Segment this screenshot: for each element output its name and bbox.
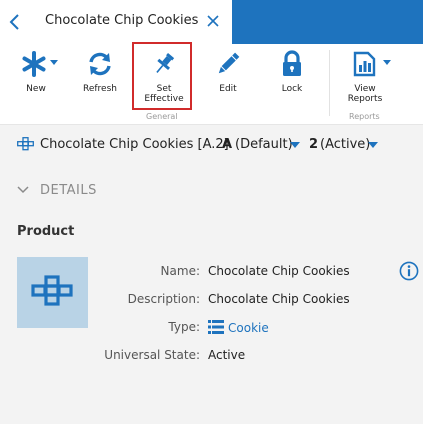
item-name: Chocolate Chip Cookies [A.2] [40, 137, 229, 152]
chevron-down-icon [17, 186, 29, 194]
pushpin-icon [156, 53, 175, 73]
close-icon[interactable] [206, 14, 220, 28]
refresh-button[interactable]: Refresh [72, 50, 128, 94]
set-effective-label: Set Effective [136, 84, 192, 104]
caret-down-icon [383, 60, 391, 65]
field-value-type: Cookie [208, 320, 269, 335]
ribbon-group-reports-label: Reports [349, 112, 380, 121]
version-number: 2 [309, 137, 319, 152]
tab-title: Chocolate Chip Cookies [45, 13, 199, 28]
product-blocks-icon [17, 137, 34, 151]
field-value-name: Chocolate Chip Cookies [208, 264, 350, 278]
field-label-name: Name: [160, 264, 200, 278]
revision-label: (Default) [235, 137, 293, 152]
list-icon [208, 320, 224, 334]
set-effective-button[interactable]: Set Effective [136, 50, 192, 104]
tab-chocolate-chip-cookies[interactable]: Chocolate Chip Cookies [0, 0, 232, 44]
field-value-universal-state: Active [208, 348, 246, 362]
report-icon [353, 51, 376, 77]
set-effective-label-line1: Set [156, 84, 172, 94]
edit-button[interactable]: Edit [200, 50, 256, 94]
ribbon-toolbar: New Refresh Set Effective Edit Lock View… [0, 44, 423, 125]
lock-button[interactable]: Lock [264, 50, 320, 94]
info-icon[interactable] [399, 261, 419, 281]
tab-strip: Chocolate Chip Cookies [0, 0, 423, 44]
ribbon-group-general-label: General [146, 112, 178, 121]
ribbon-group-separator [329, 50, 330, 116]
details-section-title: DETAILS [40, 183, 97, 198]
lock-icon [283, 50, 301, 76]
product-title: Product [17, 224, 75, 239]
refresh-icon [89, 52, 111, 76]
view-reports-label-line2: Reports [347, 94, 383, 104]
new-label: New [26, 84, 46, 94]
field-label-universal-state: Universal State: [104, 348, 200, 362]
view-reports-label: View Reports [337, 84, 393, 104]
set-effective-label-line2: Effective [144, 94, 184, 104]
view-reports-button[interactable]: View Reports [337, 50, 393, 104]
product-blocks-icon [31, 275, 73, 306]
chevron-left-icon[interactable] [8, 12, 22, 32]
caret-down-icon [50, 60, 58, 65]
field-label-description: Description: [127, 292, 200, 306]
field-label-type: Type: [168, 320, 200, 334]
edit-label: Edit [219, 84, 237, 94]
product-thumbnail [17, 257, 88, 328]
version-dropdown-caret-icon[interactable] [368, 142, 378, 148]
revision-letter: A [222, 137, 233, 152]
type-link[interactable]: Cookie [228, 321, 269, 335]
pencil-icon [218, 52, 240, 74]
new-button[interactable]: New [8, 50, 64, 94]
lock-label: Lock [281, 84, 303, 94]
version-label: (Active) [320, 137, 371, 152]
item-header: Chocolate Chip Cookies [A.2] A (Default)… [0, 134, 423, 156]
asterisk-icon [22, 51, 46, 77]
refresh-label: Refresh [83, 84, 117, 94]
field-value-description: Chocolate Chip Cookies [208, 292, 350, 306]
view-reports-label-line1: View [354, 84, 376, 94]
revision-dropdown-caret-icon[interactable] [290, 142, 300, 148]
app-window: Chocolate Chip Cookies New Refresh Set E… [0, 0, 423, 424]
